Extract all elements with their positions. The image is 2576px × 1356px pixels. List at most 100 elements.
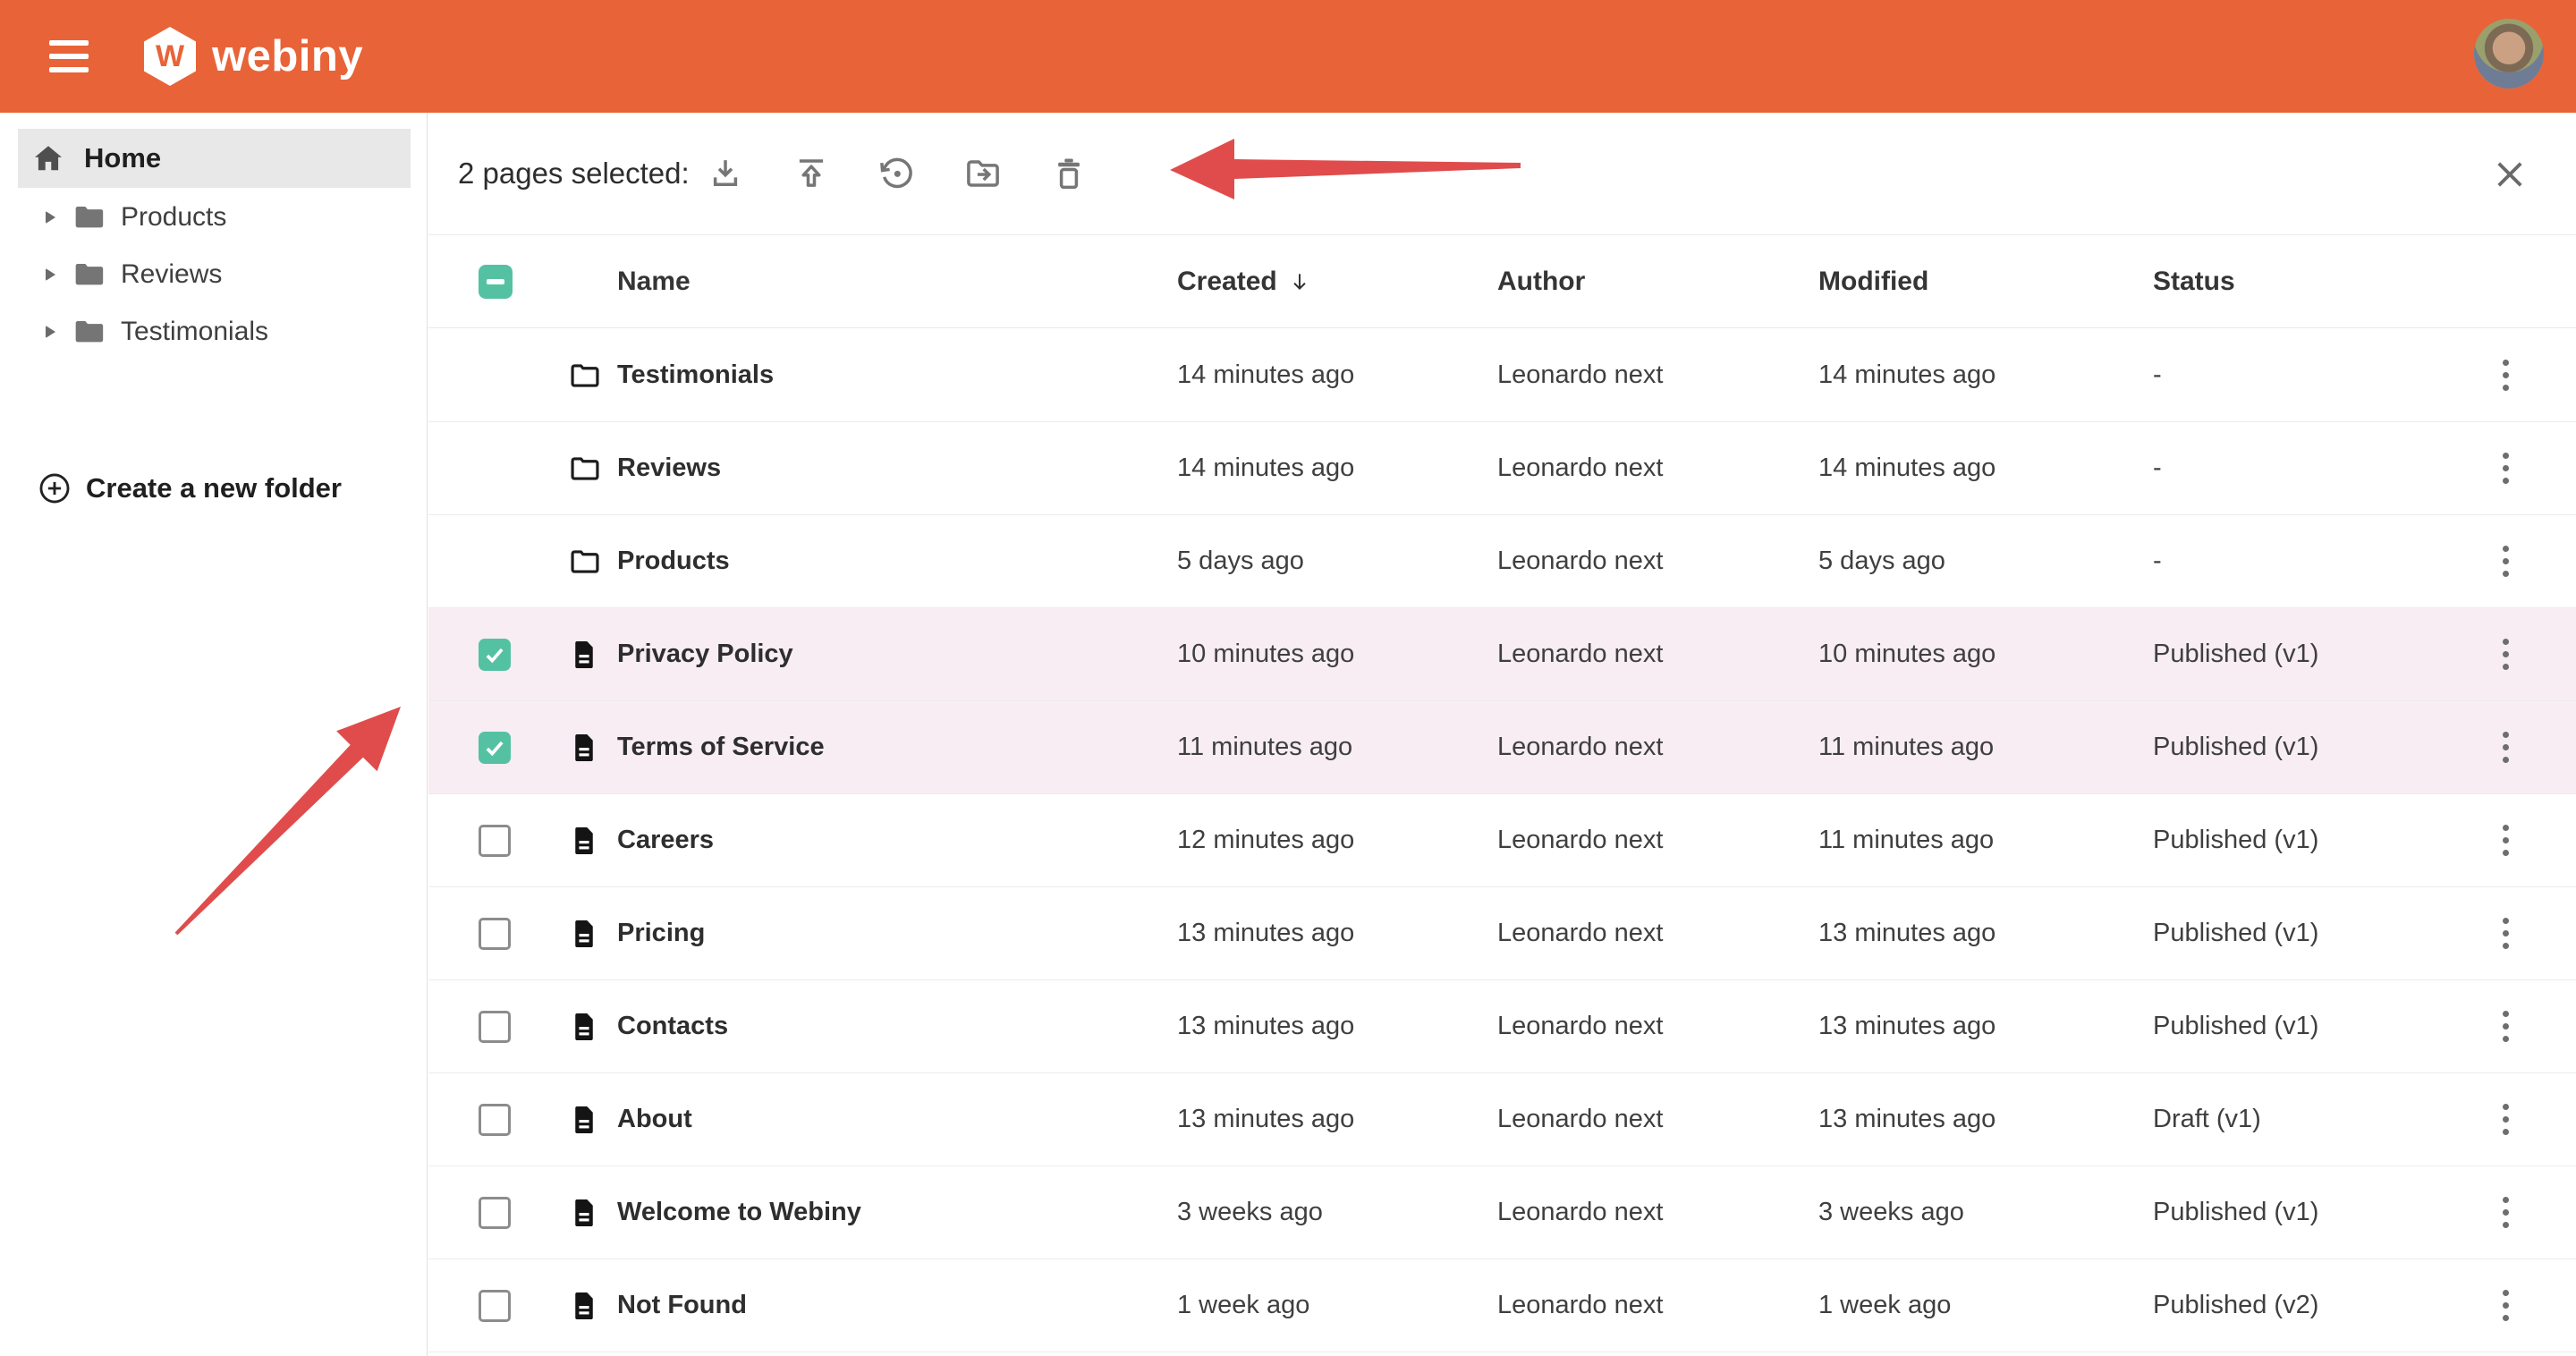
row-checkbox[interactable] [479, 1197, 511, 1229]
row-modified: 13 minutes ago [1818, 1105, 2153, 1134]
row-menu-button[interactable] [2487, 726, 2523, 769]
selection-toolbar: 2 pages selected: [428, 113, 2576, 235]
restore-icon [878, 155, 916, 192]
row-checkbox[interactable] [479, 639, 511, 671]
download-button[interactable] [706, 154, 745, 193]
row-menu-button[interactable] [2487, 819, 2523, 862]
row-created: 1 week ago [1177, 1291, 1497, 1320]
row-name[interactable]: Contacts [617, 1012, 1177, 1041]
move-to-folder-button[interactable] [963, 154, 1003, 193]
row-modified: 11 minutes ago [1818, 826, 2153, 855]
delete-button[interactable] [1049, 154, 1089, 193]
row-name[interactable]: Careers [617, 826, 1177, 855]
row-checkbox[interactable] [479, 1290, 511, 1322]
row-menu-button[interactable] [2487, 1005, 2523, 1048]
sidebar-folder-item[interactable]: Products [0, 189, 428, 246]
folder-icon [568, 359, 602, 393]
row-created: 5 days ago [1177, 547, 1497, 576]
row-created: 13 minutes ago [1177, 919, 1497, 948]
row-name[interactable]: Products [617, 547, 1177, 576]
page-icon [568, 639, 600, 671]
column-header-author[interactable]: Author [1497, 267, 1818, 297]
row-created: 12 minutes ago [1177, 826, 1497, 855]
chevron-right-icon[interactable] [46, 211, 55, 224]
row-menu-button[interactable] [2487, 540, 2523, 583]
row-name[interactable]: Privacy Policy [617, 640, 1177, 669]
row-name[interactable]: About [617, 1105, 1177, 1134]
row-author: Leonardo next [1497, 1105, 1818, 1134]
webiny-hexagon-icon: W [144, 27, 196, 86]
row-menu-button[interactable] [2487, 633, 2523, 676]
sidebar-item-home[interactable]: Home [18, 129, 411, 188]
row-menu-button[interactable] [2487, 354, 2523, 397]
sidebar-folder-item[interactable]: Reviews [0, 246, 428, 303]
row-created: 11 minutes ago [1177, 733, 1497, 762]
row-author: Leonardo next [1497, 733, 1818, 762]
chevron-right-icon[interactable] [46, 268, 55, 281]
app-bar: W webiny [0, 0, 2576, 113]
column-header-name[interactable]: Name [617, 267, 1177, 297]
select-all-checkbox[interactable] [479, 265, 513, 299]
table-row[interactable]: Contacts 13 minutes ago Leonardo next 13… [428, 980, 2576, 1073]
row-menu-button[interactable] [2487, 1098, 2523, 1141]
row-name[interactable]: Pricing [617, 919, 1177, 948]
row-menu-button[interactable] [2487, 912, 2523, 955]
row-checkbox[interactable] [479, 732, 511, 764]
download-icon [707, 155, 744, 192]
restore-button[interactable] [877, 154, 917, 193]
row-menu-button[interactable] [2487, 1284, 2523, 1327]
folder-icon [72, 199, 107, 235]
row-modified: 10 minutes ago [1818, 640, 2153, 669]
table-row[interactable]: Terms of Service 11 minutes ago Leonardo… [428, 701, 2576, 794]
table-row[interactable]: Welcome to Webiny 3 weeks ago Leonardo n… [428, 1166, 2576, 1259]
row-modified: 14 minutes ago [1818, 360, 2153, 390]
toolbar-actions [706, 154, 1089, 193]
row-menu-button[interactable] [2487, 1191, 2523, 1234]
table-row[interactable]: About 13 minutes ago Leonardo next 13 mi… [428, 1073, 2576, 1166]
table-row[interactable]: Not Found 1 week ago Leonardo next 1 wee… [428, 1259, 2576, 1352]
row-status: - [2153, 547, 2441, 576]
row-name[interactable]: Reviews [617, 453, 1177, 483]
table-row[interactable]: Testimonials 14 minutes ago Leonardo nex… [428, 329, 2576, 422]
row-checkbox[interactable] [479, 1011, 511, 1043]
column-header-created[interactable]: Created [1177, 267, 1497, 297]
folder-icon [72, 314, 107, 350]
table-row[interactable]: Pricing 13 minutes ago Leonardo next 13 … [428, 887, 2576, 980]
create-folder-label: Create a new folder [86, 472, 342, 504]
row-status: Published (v1) [2153, 733, 2441, 762]
row-checkbox[interactable] [479, 1104, 511, 1136]
create-folder-button[interactable]: Create a new folder [0, 462, 428, 515]
unpublish-button[interactable] [792, 154, 831, 193]
user-avatar[interactable] [2474, 19, 2544, 89]
row-author: Leonardo next [1497, 1012, 1818, 1041]
row-status: - [2153, 453, 2441, 483]
row-modified: 1 week ago [1818, 1291, 2153, 1320]
row-name[interactable]: Terms of Service [617, 733, 1177, 762]
column-header-status[interactable]: Status [2153, 267, 2441, 297]
sort-desc-icon [1288, 270, 1311, 293]
table-row[interactable]: Careers 12 minutes ago Leonardo next 11 … [428, 794, 2576, 887]
column-header-modified[interactable]: Modified [1818, 267, 2153, 297]
sidebar-folder-item[interactable]: Testimonials [0, 303, 428, 360]
row-status: - [2153, 360, 2441, 390]
row-name[interactable]: Testimonials [617, 360, 1177, 390]
close-selection-icon[interactable] [2491, 156, 2529, 193]
table-row[interactable]: Products 5 days ago Leonardo next 5 days… [428, 515, 2576, 608]
row-name[interactable]: Welcome to Webiny [617, 1198, 1177, 1227]
row-created: 14 minutes ago [1177, 360, 1497, 390]
row-created: 13 minutes ago [1177, 1105, 1497, 1134]
menu-icon[interactable] [49, 40, 89, 72]
row-checkbox[interactable] [479, 918, 511, 950]
table-row[interactable]: Privacy Policy 10 minutes ago Leonardo n… [428, 608, 2576, 701]
row-modified: 5 days ago [1818, 547, 2153, 576]
row-checkbox[interactable] [479, 825, 511, 857]
row-menu-button[interactable] [2487, 447, 2523, 490]
selection-count-text: 2 pages selected: [458, 157, 690, 191]
page-icon [568, 1104, 600, 1136]
check-icon [483, 643, 506, 666]
row-created: 10 minutes ago [1177, 640, 1497, 669]
row-name[interactable]: Not Found [617, 1291, 1177, 1320]
table-row[interactable]: Reviews 14 minutes ago Leonardo next 14 … [428, 422, 2576, 515]
page-icon [568, 1011, 600, 1043]
chevron-right-icon[interactable] [46, 326, 55, 338]
